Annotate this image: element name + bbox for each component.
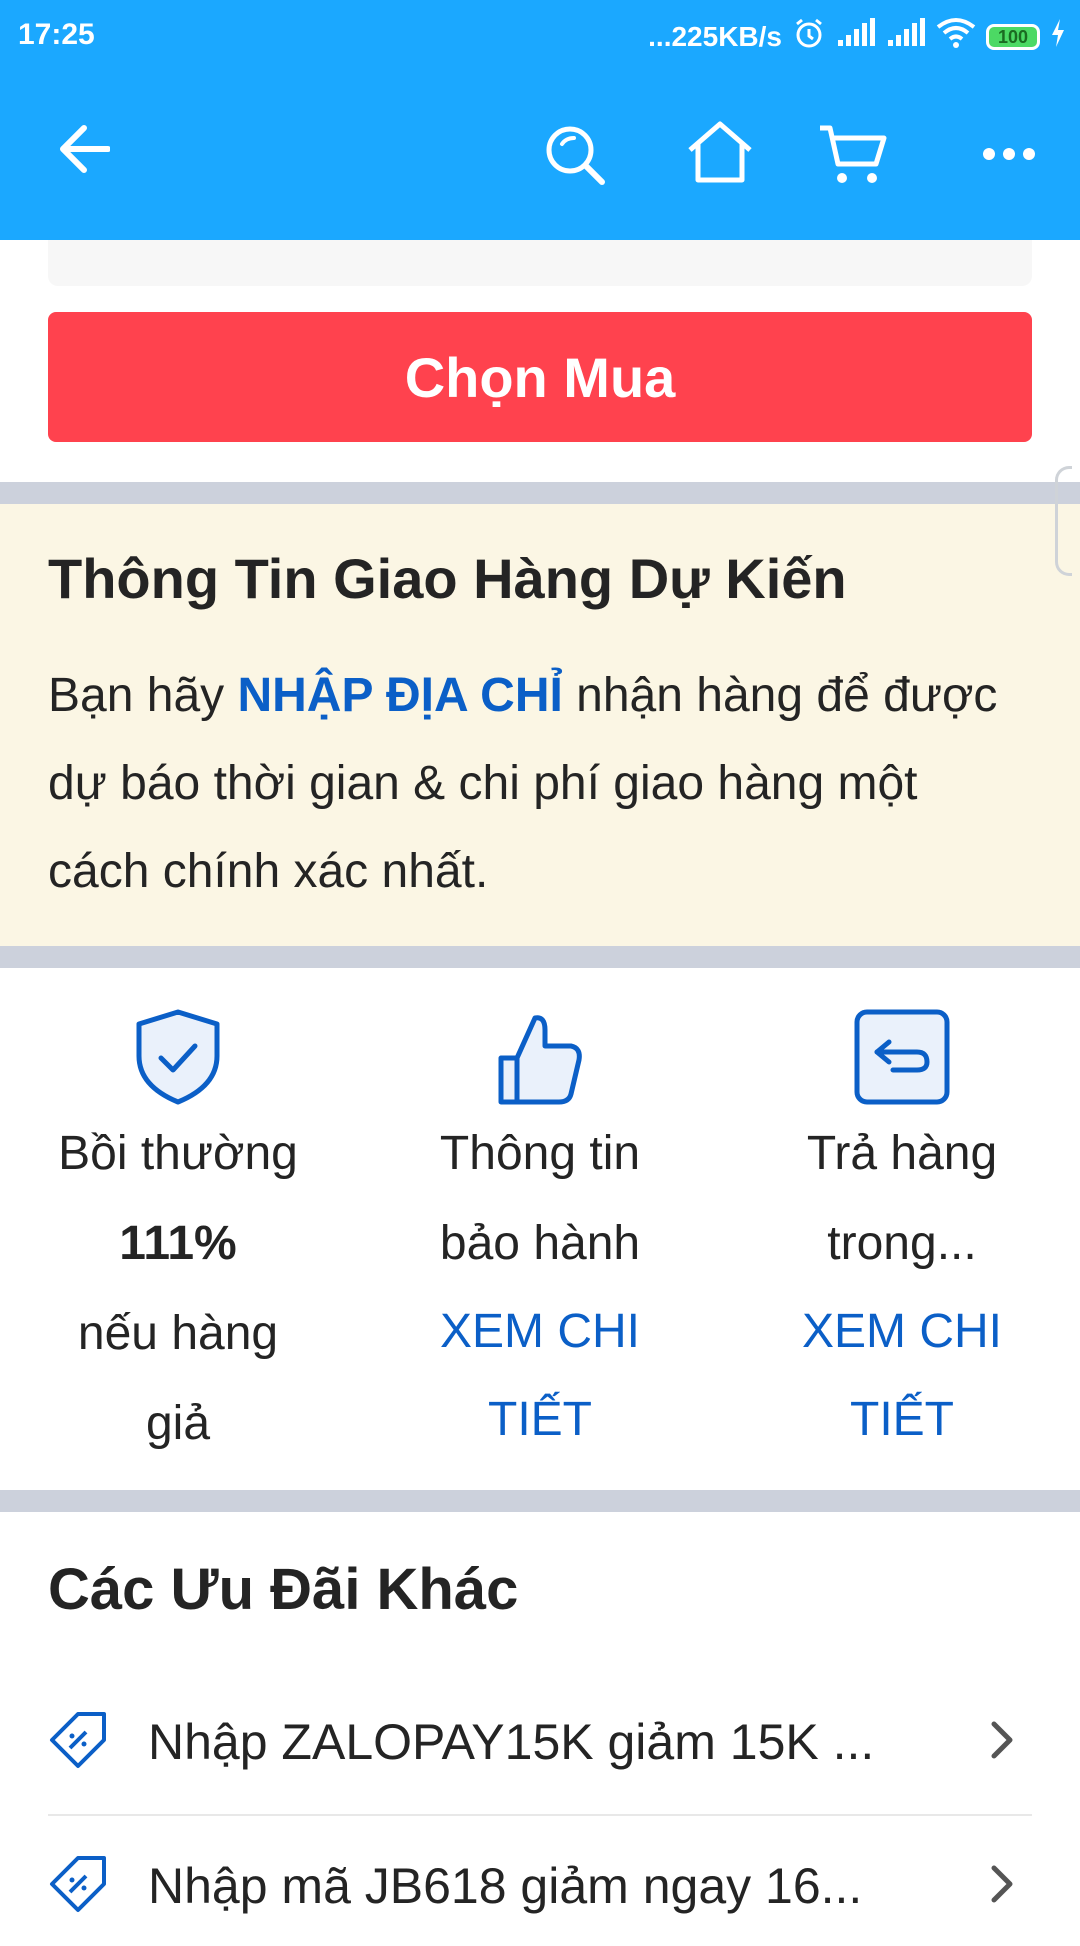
status-time: 17:25 [18,18,95,51]
feature-line: giả [145,1397,211,1450]
network-speed: ...225KB/s [648,20,782,52]
delivery-title: Thông Tin Giao Hàng Dự Kiến [48,547,847,610]
shield-check-icon [28,1008,328,1108]
feature-warranty: Thông tin bảo hành XEM CHI TIẾT [390,1008,690,1464]
battery-icon: 100 [986,23,1040,50]
app-bar [0,72,1080,240]
offers-title: Các Ưu Đãi Khác [48,1557,519,1622]
feature-line: Trả hàng [806,1127,998,1180]
offer-divider [48,1814,1032,1816]
wifi-icon [936,17,976,56]
offer-item[interactable]: Nhập ZALOPAY15K giảm 15K ... [48,1682,1032,1802]
coupon-icon [48,1710,108,1775]
section-divider [0,946,1080,968]
features-section: Bồi thường 111% nếu hàng giả Thông tin b… [0,968,1080,1488]
return-icon [752,1008,1052,1108]
section-divider [0,482,1080,504]
feature-line: trong... [827,1217,977,1270]
cart-icon[interactable] [818,124,888,191]
delivery-info-section: Thông Tin Giao Hàng Dự Kiến Bạn hãy NHẬP… [0,504,1080,946]
thumbs-up-icon [390,1008,690,1108]
chevron-right-icon [990,1864,1014,1909]
status-bar: 17:25 ...225KB/s 100 [0,0,1080,72]
arrow-left-icon[interactable] [58,124,111,179]
return-detail-link[interactable]: XEM CHI [752,1288,1052,1376]
return-detail-link[interactable]: TIẾT [752,1376,1052,1464]
offer-text: Nhập mã JB618 giảm ngay 16... [148,1858,863,1914]
feature-compensation: Bồi thường 111% nếu hàng giả [28,1008,328,1468]
chevron-right-icon [990,1720,1014,1765]
offer-item[interactable]: Nhập mã JB618 giảm ngay 16... [48,1826,1032,1946]
signal-icon [836,18,876,55]
warranty-detail-link[interactable]: XEM CHI TIẾT [390,1288,690,1464]
scroll-handle[interactable] [1055,466,1072,576]
search-icon[interactable] [544,124,608,193]
section-divider [0,1490,1080,1512]
more-dots-icon[interactable] [982,146,1036,167]
feature-return: Trả hàng trong... XEM CHI TIẾT [752,1008,1052,1464]
status-icons: ...225KB/s 100 [648,16,1066,57]
coupon-icon [48,1854,108,1919]
alarm-icon [792,16,826,57]
signal-icon-2 [886,18,926,55]
feature-line: 111% [119,1217,237,1270]
feature-line: bảo hành [439,1217,641,1270]
enter-address-link[interactable]: NHẬP ĐỊA CHỈ [237,669,562,722]
buy-button[interactable]: Chọn Mua [48,312,1032,442]
feature-line: Bồi thường [58,1127,298,1180]
feature-line: Thông tin [439,1127,641,1180]
offer-text: Nhập ZALOPAY15K giảm 15K ... [148,1714,875,1770]
home-icon[interactable] [686,120,754,189]
charging-icon [1050,19,1066,54]
partial-info-box [48,240,1032,286]
feature-line: nếu hàng [77,1307,279,1360]
delivery-text: Bạn hãy NHẬP ĐỊA CHỈ nhận hàng để được d… [48,669,998,898]
